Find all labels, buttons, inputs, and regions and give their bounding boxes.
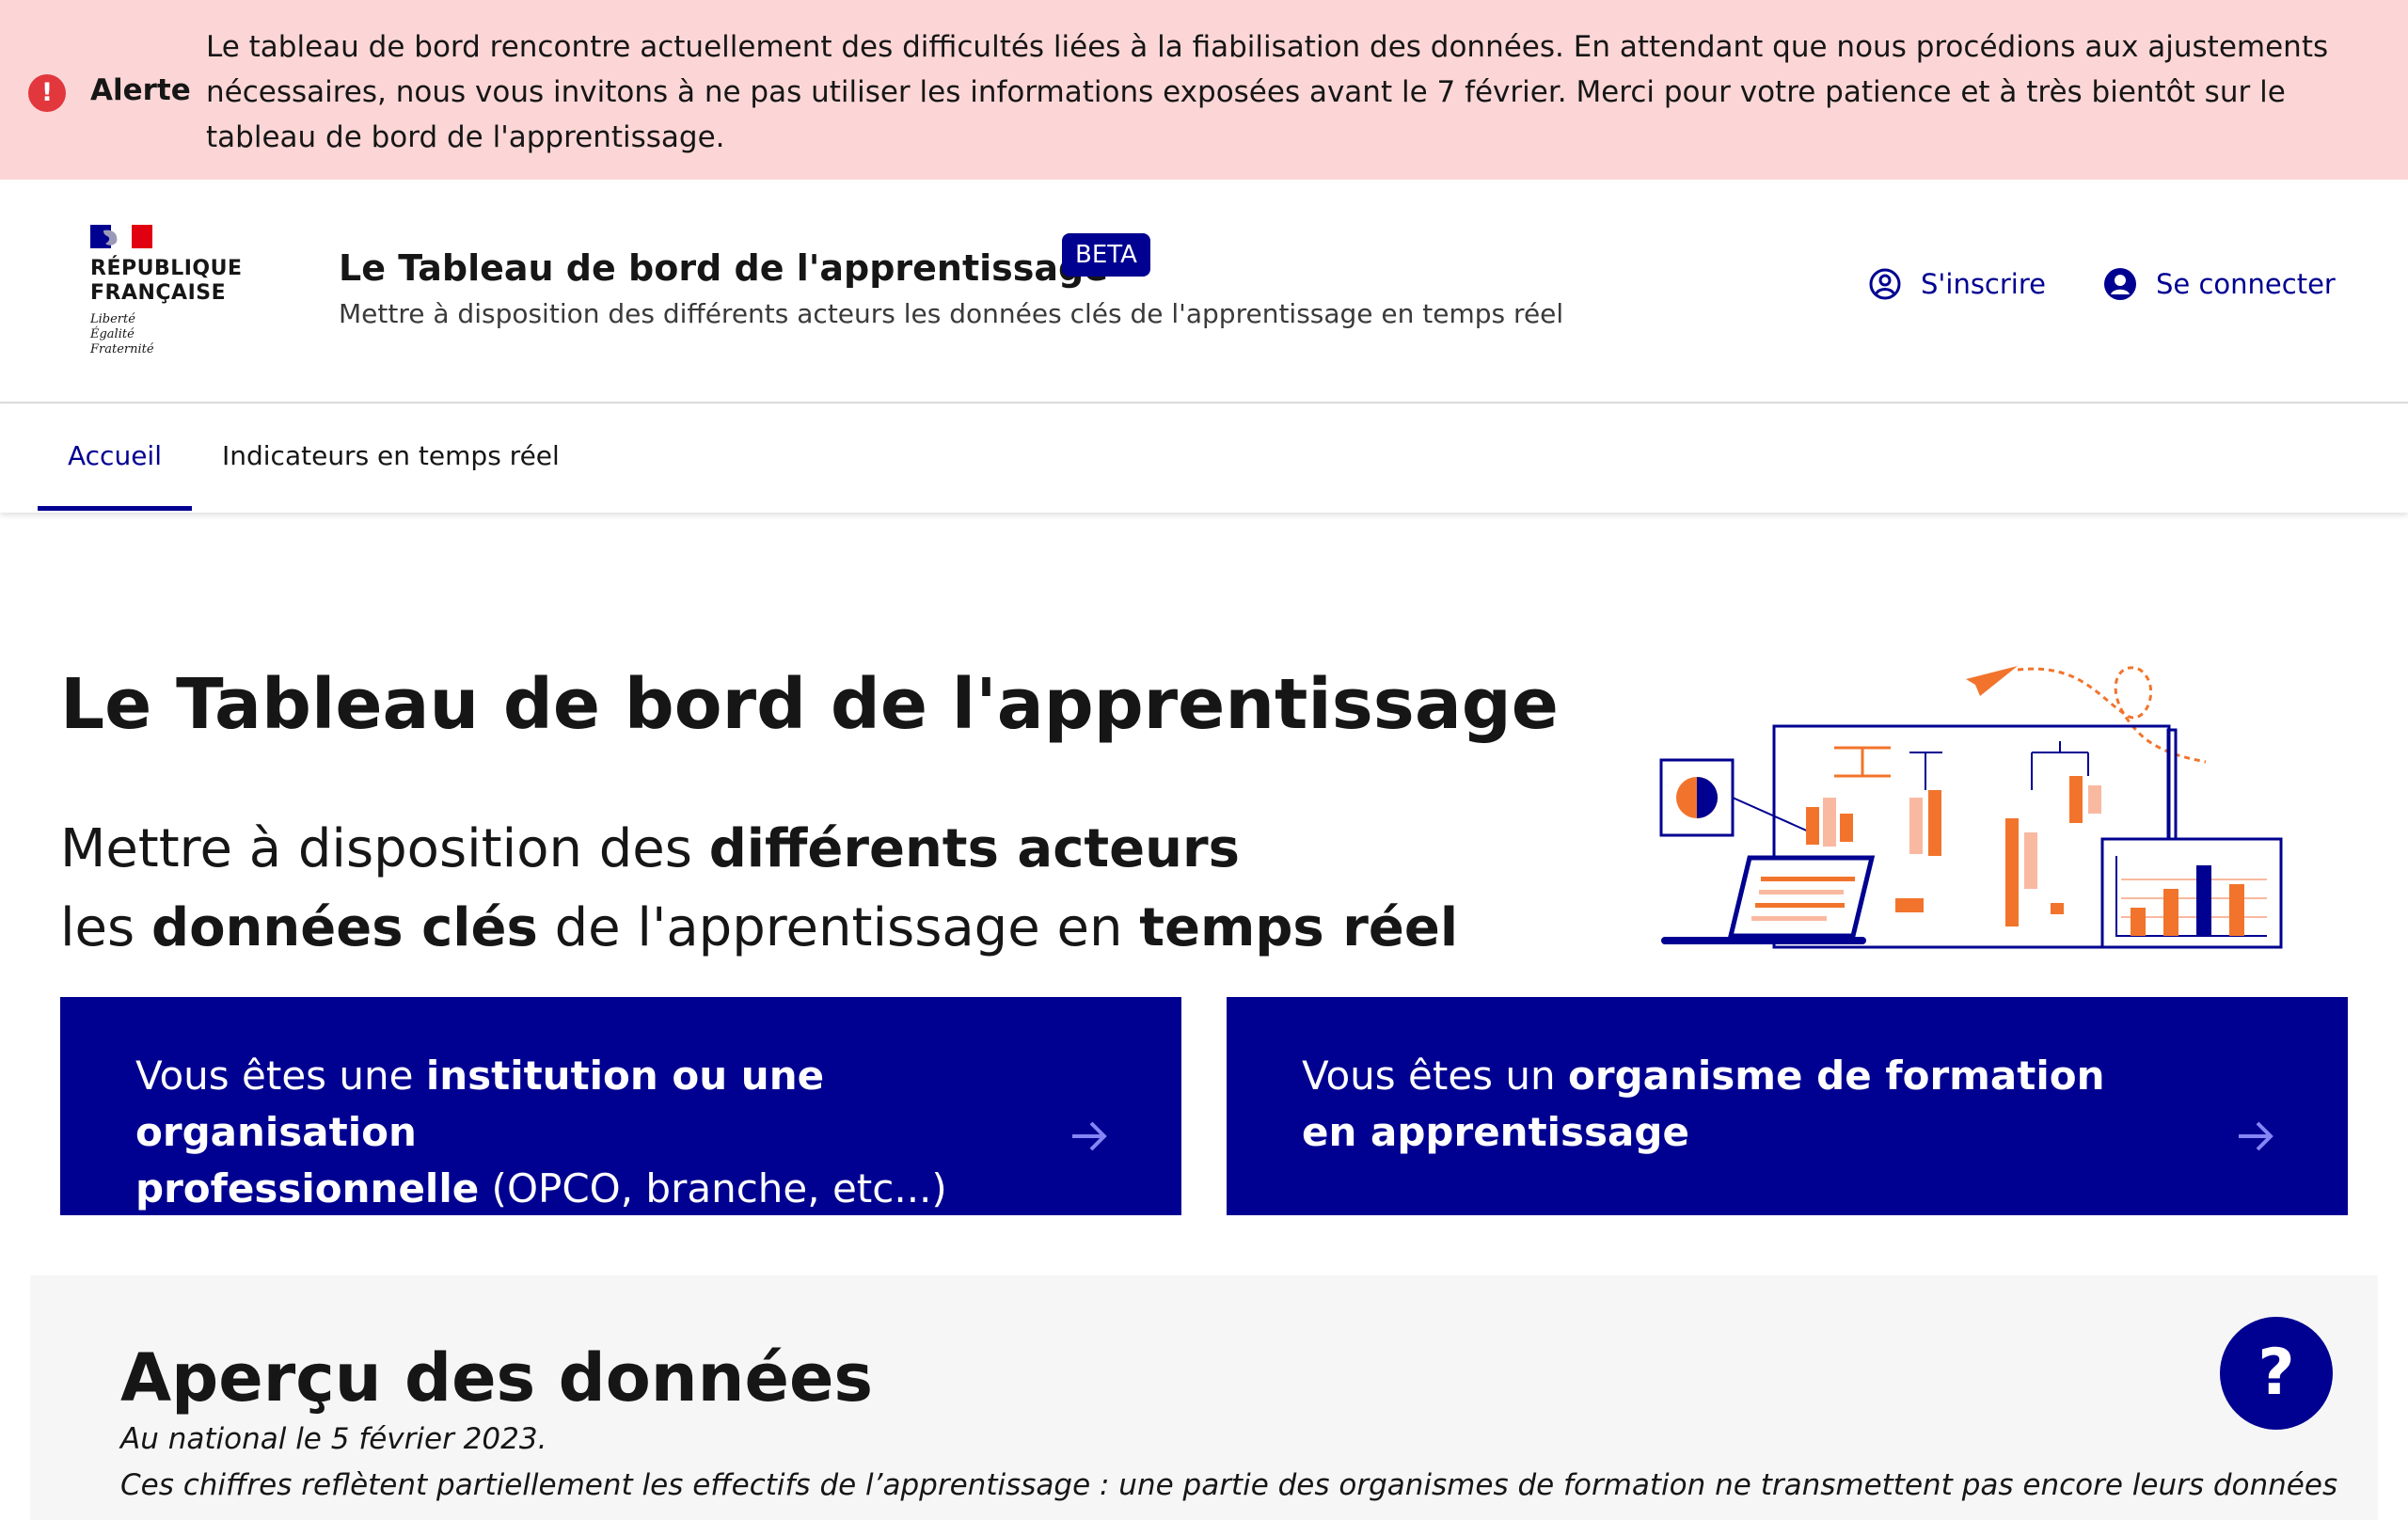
alert-banner: ! Alerte Le tableau de bord rencontre ac… <box>0 0 2408 180</box>
logo-devise: Liberté Égalité Fraternité <box>90 312 154 356</box>
nav-active-indicator <box>38 506 192 511</box>
data-overview-note: Ces chiffres reflètent partiellement les… <box>120 1468 2338 1502</box>
institution-card-link[interactable]: Vous êtes une institution ou une organis… <box>60 997 1181 1215</box>
arrow-right-icon <box>2239 1121 2273 1151</box>
exclamation-circle-icon: ! <box>28 74 66 112</box>
beta-badge: BETA <box>1062 233 1150 277</box>
hero-title: Le Tableau de bord de l'apprentissage <box>60 664 1559 745</box>
register-label: S'inscrire <box>1921 268 2046 300</box>
nav-item-accueil[interactable]: Accueil <box>68 404 162 513</box>
organisme-formation-card-text: Vous êtes un organisme de formation en a… <box>1302 1053 2105 1155</box>
login-button[interactable]: Se connecter <box>2103 267 2336 301</box>
institution-card-text: Vous êtes une institution ou une organis… <box>135 1053 947 1211</box>
arrow-right-icon <box>1072 1121 1107 1151</box>
data-overview-section: Aperçu des données Au national le 5 févr… <box>30 1275 2378 1520</box>
nav-item-indicateurs[interactable]: Indicateurs en temps réel <box>222 404 560 513</box>
logo-republique-francaise: RÉPUBLIQUE FRANÇAISE <box>90 257 243 305</box>
site-tagline: Mettre à disposition des différents acte… <box>339 298 1564 329</box>
user-outline-icon <box>1869 268 1901 300</box>
hero-subtitle-line-2: les données clés de l'apprentissage en t… <box>60 897 1459 958</box>
data-overview-title: Aperçu des données <box>120 1339 874 1417</box>
alert-message: Le tableau de bord rencontre actuellemen… <box>206 30 2329 154</box>
alert-title: Alerte <box>90 73 191 107</box>
help-button[interactable]: ? <box>2220 1317 2333 1430</box>
hero-subtitle-line-1: Mettre à disposition des différents acte… <box>60 818 1240 879</box>
marianne-logo-icon <box>90 225 152 248</box>
login-label: Se connecter <box>2156 268 2336 300</box>
data-overview-date: Au national le 5 février 2023. <box>120 1422 547 1456</box>
register-button[interactable]: S'inscrire <box>1868 267 2046 301</box>
site-title[interactable]: Le Tableau de bord de l'apprentissage <box>339 247 1108 289</box>
dashboard-illustration <box>1659 666 2283 949</box>
main-navigation: Accueil Indicateurs en temps réel <box>0 404 2408 513</box>
organisme-formation-card-link[interactable]: Vous êtes un organisme de formation en a… <box>1227 997 2348 1215</box>
user-filled-icon <box>2104 268 2136 300</box>
site-header: RÉPUBLIQUE FRANÇAISE Liberté Égalité Fra… <box>0 180 2408 404</box>
